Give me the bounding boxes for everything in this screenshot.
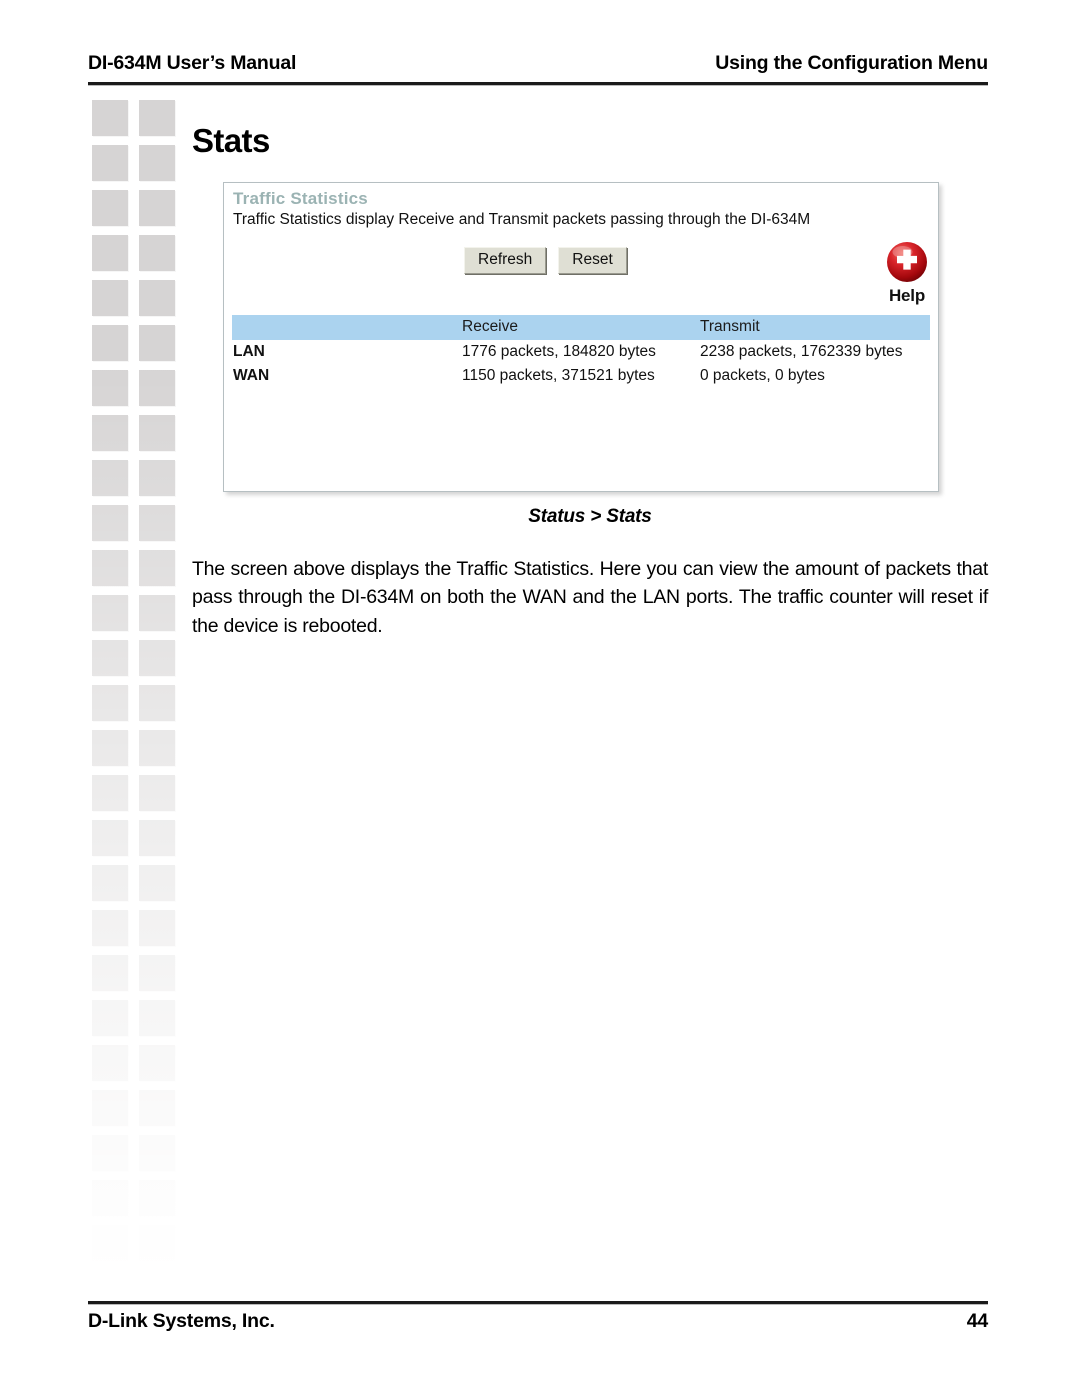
decorative-square xyxy=(139,145,175,181)
decorative-square xyxy=(92,820,128,856)
decorative-square xyxy=(139,1000,175,1036)
row-transmit-value: 2238 packets, 1762339 bytes xyxy=(700,343,903,360)
traffic-statistics-table: Receive Transmit LAN 1776 packets, 18482… xyxy=(232,315,930,389)
decorative-square xyxy=(139,280,175,316)
panel-heading: Traffic Statistics xyxy=(233,189,368,208)
row-interface-label: WAN xyxy=(233,367,270,385)
decorative-square xyxy=(92,595,128,631)
decorative-column-right xyxy=(139,100,175,1275)
decorative-square xyxy=(92,1135,128,1171)
decorative-square xyxy=(92,460,128,496)
decorative-square xyxy=(139,1135,175,1171)
page-title: Stats xyxy=(192,122,270,159)
column-header-transmit: Transmit xyxy=(700,315,930,340)
decorative-square xyxy=(139,775,175,811)
decorative-square xyxy=(92,730,128,766)
decorative-square xyxy=(92,1045,128,1081)
chapter-title: Using the Configuration Menu xyxy=(715,52,988,74)
decorative-square xyxy=(92,1180,128,1216)
manual-title: DI-634M User’s Manual xyxy=(88,52,297,74)
decorative-square xyxy=(139,550,175,586)
router-ui-screenshot: Traffic Statistics Traffic Statistics di… xyxy=(223,182,939,492)
decorative-square xyxy=(139,325,175,361)
page-running-header: DI-634M User’s Manual Using the Configur… xyxy=(88,52,988,75)
decorative-square xyxy=(139,190,175,226)
decorative-square xyxy=(139,955,175,991)
decorative-square xyxy=(139,1225,175,1261)
decorative-square xyxy=(92,145,128,181)
decorative-square xyxy=(92,865,128,901)
decorative-square xyxy=(92,190,128,226)
decorative-square xyxy=(92,640,128,676)
decorative-square xyxy=(92,280,128,316)
page-number: 44 xyxy=(966,1310,988,1332)
row-receive-value: 1150 packets, 371521 bytes xyxy=(462,367,655,385)
decorative-square xyxy=(139,100,175,136)
decorative-square xyxy=(92,415,128,451)
decorative-fade-overlay xyxy=(86,100,196,1275)
body-paragraph: The screen above displays the Traffic St… xyxy=(192,557,988,638)
table-row: LAN 1776 packets, 184820 bytes 2238 pack… xyxy=(232,340,930,364)
column-header-receive: Receive xyxy=(462,315,700,340)
decorative-square xyxy=(139,685,175,721)
row-receive-value: 1776 packets, 184820 bytes xyxy=(462,343,656,360)
decorative-square xyxy=(139,910,175,946)
decorative-square xyxy=(92,100,128,136)
table-row: WAN 1150 packets, 371521 bytes 0 packets… xyxy=(232,364,930,388)
header-divider xyxy=(88,82,988,86)
panel-description: Traffic Statistics display Receive and T… xyxy=(233,211,811,228)
decorative-square xyxy=(139,730,175,766)
decorative-square xyxy=(92,1225,128,1261)
decorative-column-left xyxy=(92,100,128,1275)
decorative-square xyxy=(139,235,175,271)
decorative-square xyxy=(139,505,175,541)
figure-caption: Status > Stats xyxy=(528,506,652,527)
column-header-interface xyxy=(232,315,462,340)
decorative-square xyxy=(92,910,128,946)
reset-button[interactable]: Reset xyxy=(558,247,627,274)
decorative-square xyxy=(92,235,128,271)
refresh-button[interactable]: Refresh xyxy=(464,247,547,274)
decorative-square-grid xyxy=(86,100,196,1275)
decorative-square xyxy=(92,505,128,541)
help-button[interactable]: Help xyxy=(872,239,938,306)
decorative-square xyxy=(139,865,175,901)
decorative-square xyxy=(139,460,175,496)
row-transmit-value: 0 packets, 0 bytes xyxy=(700,367,825,385)
decorative-square xyxy=(92,550,128,586)
panel-button-row: Refresh Reset xyxy=(464,247,627,274)
decorative-square xyxy=(92,370,128,406)
decorative-square xyxy=(139,415,175,451)
decorative-square xyxy=(92,325,128,361)
decorative-square xyxy=(139,595,175,631)
footer-divider xyxy=(88,1301,988,1305)
decorative-square xyxy=(92,685,128,721)
decorative-square xyxy=(92,775,128,811)
decorative-square xyxy=(92,1000,128,1036)
page-running-footer: D-Link Systems, Inc. 44 xyxy=(88,1310,988,1333)
help-plus-icon xyxy=(887,242,927,282)
help-label: Help xyxy=(888,286,926,305)
decorative-square xyxy=(139,1090,175,1126)
decorative-square xyxy=(139,370,175,406)
company-name: D-Link Systems, Inc. xyxy=(88,1310,275,1332)
decorative-square xyxy=(92,1090,128,1126)
decorative-square xyxy=(92,955,128,991)
decorative-square xyxy=(139,1045,175,1081)
row-interface-label: LAN xyxy=(233,343,265,360)
decorative-square xyxy=(139,640,175,676)
manual-page: DI-634M User’s Manual Using the Configur… xyxy=(0,0,1080,1397)
decorative-square xyxy=(139,820,175,856)
table-header-row: Receive Transmit xyxy=(232,315,930,340)
decorative-square xyxy=(139,1180,175,1216)
